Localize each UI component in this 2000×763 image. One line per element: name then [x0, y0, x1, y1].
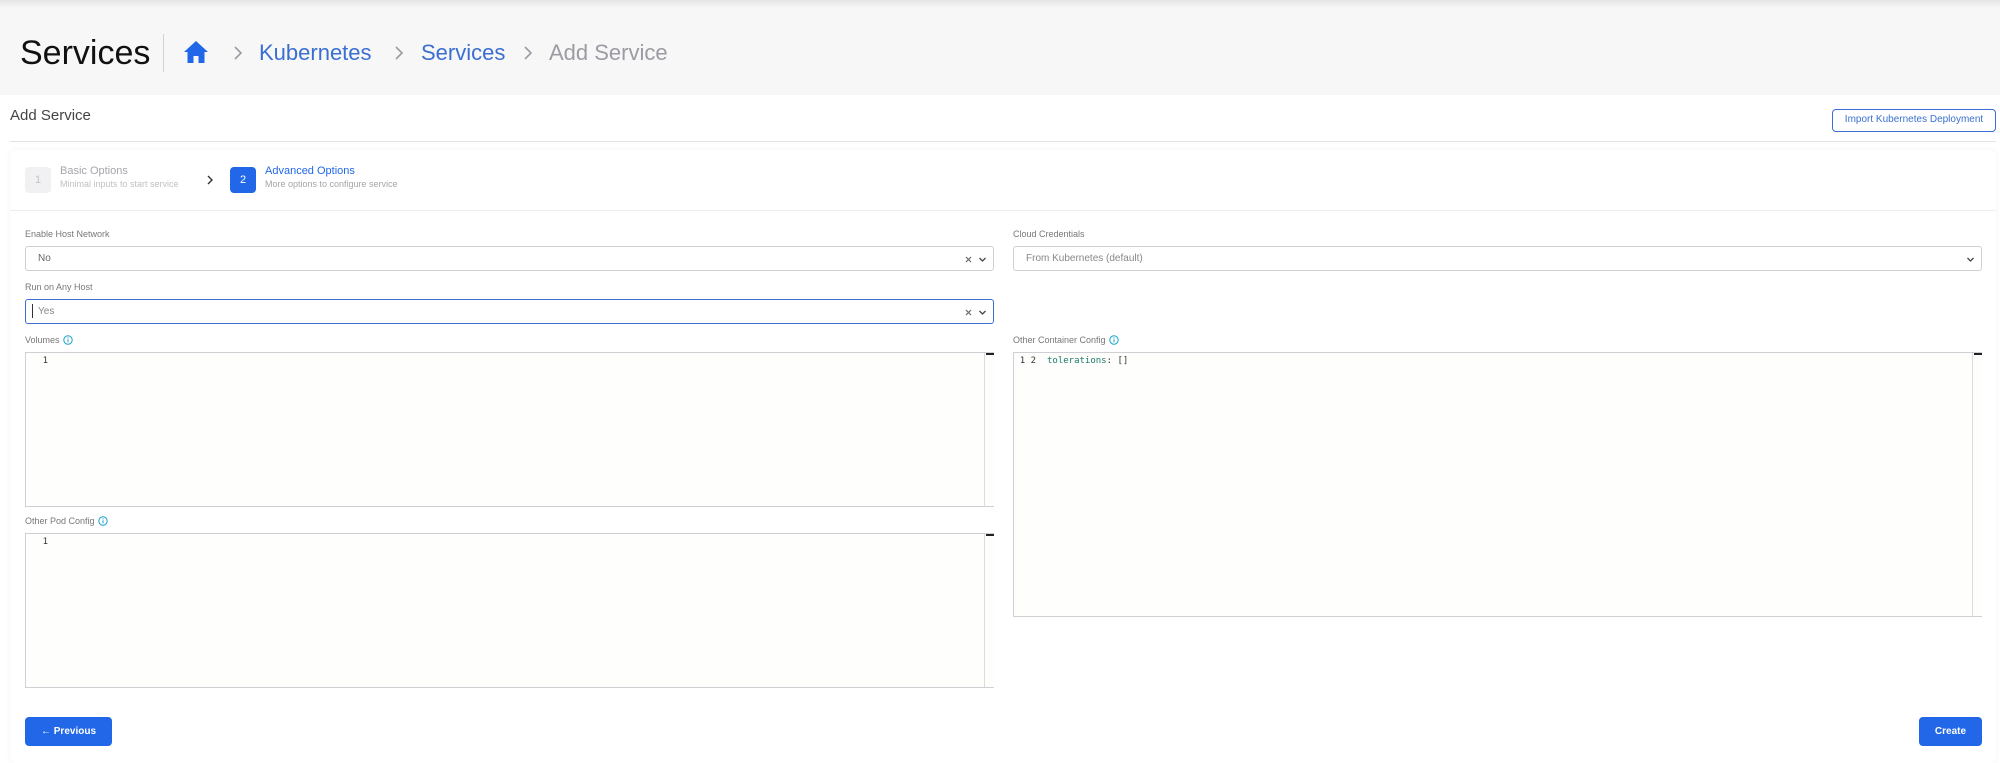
yaml-key: tolerations	[1047, 356, 1107, 366]
editor-scrollbar[interactable]	[1972, 353, 1982, 616]
scroll-thumb[interactable]	[986, 534, 994, 536]
run-on-any-host-label: Run on Any Host	[25, 282, 93, 292]
line-numbers: 1 2	[1019, 356, 1036, 366]
import-deployment-button[interactable]: Import Kubernetes Deployment	[1832, 109, 1996, 132]
chevron-right-icon	[234, 46, 243, 60]
volumes-editor[interactable]: 1	[25, 352, 994, 507]
chevron-right-icon	[524, 46, 533, 60]
section-title: Add Service	[10, 107, 91, 124]
chevron-right-icon	[207, 175, 213, 185]
title-divider	[163, 34, 164, 72]
cloud-credentials-label: Cloud Credentials	[1013, 229, 1085, 239]
create-button[interactable]: Create	[1919, 717, 1982, 746]
breadcrumb-kubernetes[interactable]: Kubernetes	[259, 38, 372, 68]
breadcrumb-services[interactable]: Services	[421, 38, 505, 68]
scroll-thumb[interactable]	[986, 353, 994, 355]
cloud-credentials-select[interactable]: From Kubernetes (default)	[1013, 246, 1982, 271]
run-on-any-host-select[interactable]: Yes	[25, 299, 994, 324]
host-network-label: Enable Host Network	[25, 229, 110, 239]
previous-button[interactable]: ← Previous	[25, 717, 112, 746]
top-shadow	[0, 0, 2000, 8]
text-caret	[32, 304, 33, 318]
host-network-value: No	[38, 253, 51, 264]
step-2-title[interactable]: Advanced Options	[265, 165, 355, 177]
scroll-thumb[interactable]	[1974, 353, 1982, 355]
info-icon[interactable]	[97, 516, 108, 526]
page-title: Services	[20, 34, 151, 72]
host-network-select[interactable]: No	[25, 246, 994, 271]
form-card: 1 Basic Options Minimal inputs to start …	[10, 150, 1996, 763]
arrow-left-icon: ←	[40, 726, 54, 737]
run-on-any-host-value: Yes	[38, 306, 55, 317]
step-2-subtitle: More options to configure service	[265, 179, 398, 189]
chevron-right-icon	[395, 46, 404, 60]
step-2-number[interactable]: 2	[230, 167, 256, 193]
chevron-down-icon[interactable]	[978, 308, 987, 317]
info-icon[interactable]	[1108, 335, 1119, 345]
editor-scrollbar[interactable]	[984, 353, 994, 506]
breadcrumb-add-service: Add Service	[549, 40, 668, 65]
yaml-value: : []	[1106, 356, 1129, 366]
step-1-subtitle: Minimal inputs to start service	[60, 179, 179, 189]
previous-label: Previous	[53, 726, 97, 737]
step-1-title[interactable]: Basic Options	[60, 165, 128, 177]
clear-icon[interactable]	[964, 255, 973, 264]
cloud-credentials-value: From Kubernetes (default)	[1026, 253, 1143, 264]
editor-scrollbar[interactable]	[984, 534, 994, 687]
line-numbers: 1	[42, 537, 48, 547]
other-pod-config-label: Other Pod Config	[25, 516, 108, 526]
home-icon[interactable]	[183, 40, 209, 64]
step-1-number[interactable]: 1	[25, 167, 51, 193]
chevron-down-icon[interactable]	[1966, 255, 1975, 264]
header-divider	[10, 141, 1996, 142]
stepper-divider	[10, 210, 1996, 211]
main-content: Add Service Import Kubernetes Deployment…	[0, 95, 2000, 763]
code-content: tolerations: []	[1047, 353, 1128, 368]
other-container-config-editor[interactable]: 1 2 tolerations: []	[1013, 352, 1982, 617]
line-numbers: 1	[42, 356, 48, 366]
other-container-config-label: Other Container Config	[1013, 335, 1119, 345]
other-pod-config-editor[interactable]: 1	[25, 533, 994, 688]
info-icon[interactable]	[62, 335, 73, 345]
volumes-label: Volumes	[25, 335, 73, 345]
chevron-down-icon[interactable]	[978, 255, 987, 264]
top-bar: Services Kubernetes Services Add Service	[0, 0, 2000, 95]
clear-icon[interactable]	[964, 308, 973, 317]
